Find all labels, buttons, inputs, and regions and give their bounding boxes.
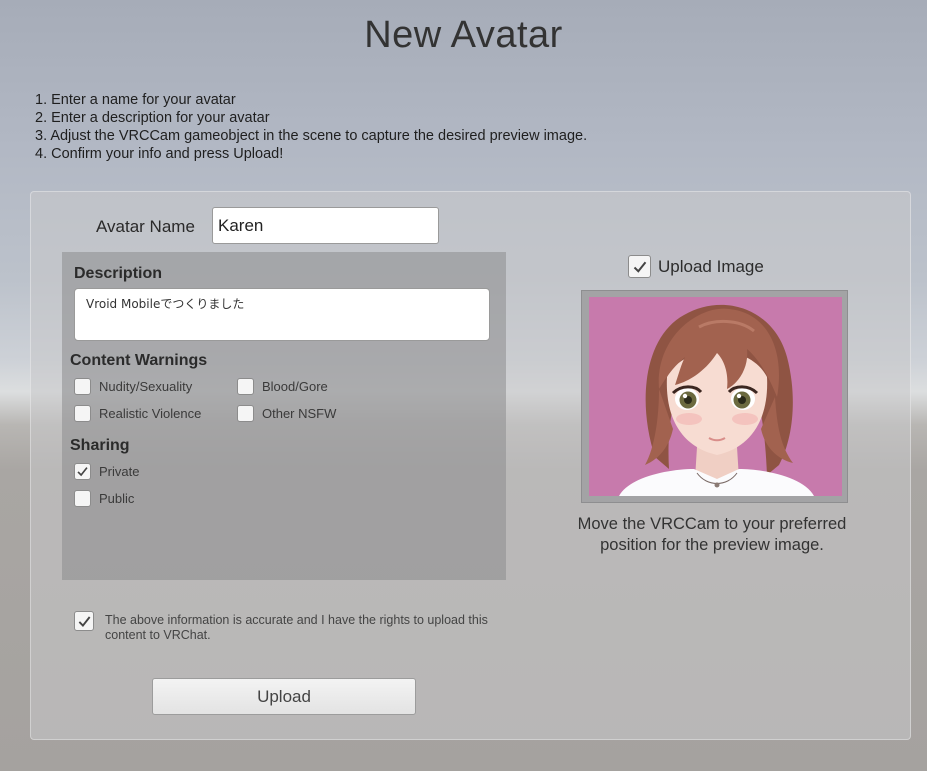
checkmark-icon [78,615,90,627]
other-nsfw-checkbox[interactable]: Other NSFW [237,405,336,422]
agreement-text: The above information is accurate and I … [105,613,488,642]
description-label: Description [74,265,163,282]
instruction-step-1: 1. Enter a name for your avatar [35,92,236,108]
checkbox-box[interactable] [74,463,91,480]
checkbox-label: Public [99,491,135,506]
preview-frame [581,290,848,503]
content-warnings-label: Content Warnings [70,352,208,369]
checkbox-label: Nudity/Sexuality [99,379,193,394]
instruction-step-2: 2. Enter a description for your avatar [35,110,270,126]
checkbox-label: Realistic Violence [99,406,202,421]
avatar-name-input[interactable] [212,207,439,244]
checkbox-label: Private [99,464,140,479]
avatar-portrait-icon [619,304,814,496]
checkbox-box[interactable] [74,611,94,631]
instruction-step-4: 4. Confirm your info and press Upload! [35,146,284,162]
checkmark-icon [77,467,88,477]
checkbox-box[interactable] [237,405,254,422]
upload-button[interactable]: Upload [152,678,416,715]
description-input[interactable]: Vroid Mobileでつくりました [74,288,490,341]
instruction-step-3: 3. Adjust the VRCCam gameobject in the s… [35,128,588,144]
checkbox-box[interactable] [74,405,91,422]
avatar-name-label: Avatar Name [96,217,195,236]
sharing-label: Sharing [70,437,130,454]
agreement-checkbox[interactable]: The above information is accurate and I … [74,611,495,642]
nudity-sexuality-checkbox[interactable]: Nudity/Sexuality [74,378,192,395]
checkbox-box[interactable] [74,490,91,507]
upload-image-label: Upload Image [658,256,764,276]
checkmark-icon [633,261,646,273]
preview-image [589,297,842,496]
upload-image-checkbox[interactable]: Upload Image [628,255,764,278]
preview-caption: Move the VRCCam to your preferred positi… [577,515,847,554]
sharing-private-checkbox[interactable]: Private [74,463,139,480]
checkbox-box[interactable] [628,255,651,278]
checkbox-box[interactable] [237,378,254,395]
blood-gore-checkbox[interactable]: Blood/Gore [237,378,328,395]
instructions: 1. Enter a name for your avatar 2. Enter… [35,91,587,163]
checkbox-label: Blood/Gore [262,379,328,394]
sharing-public-checkbox[interactable]: Public [74,490,134,507]
page-title: New Avatar [364,14,563,56]
checkbox-label: Other NSFW [262,406,337,421]
checkbox-box[interactable] [74,378,91,395]
realistic-violence-checkbox[interactable]: Realistic Violence [74,405,201,422]
